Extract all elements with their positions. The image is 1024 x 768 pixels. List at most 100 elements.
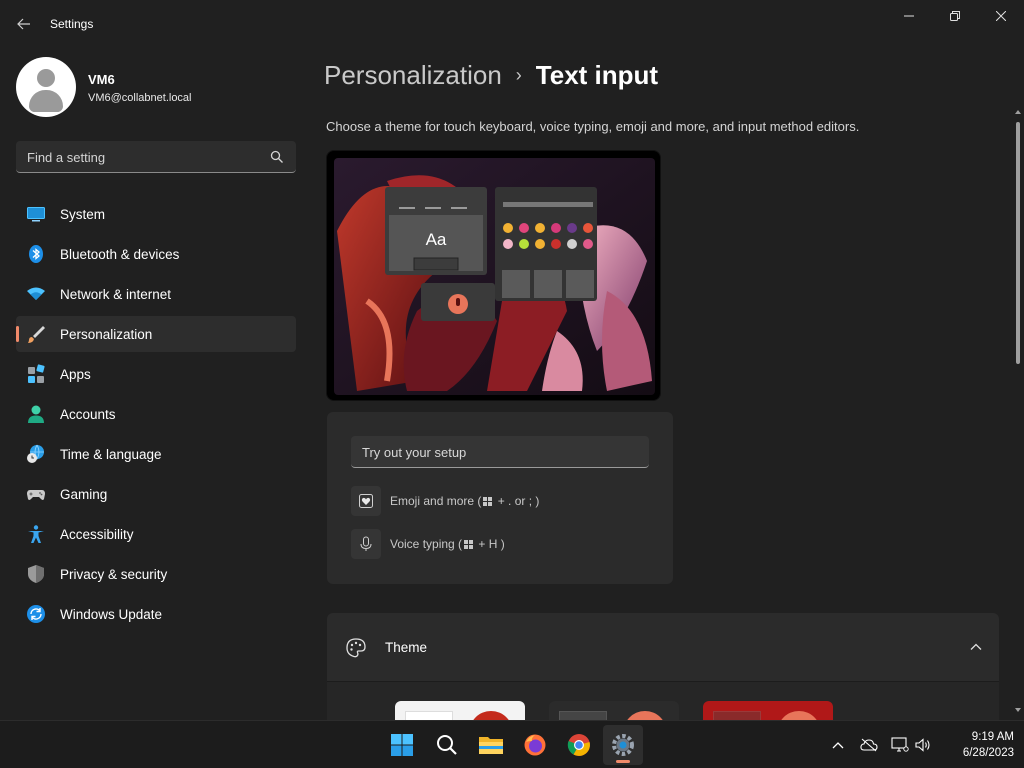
sidebar-item-label: Personalization — [60, 327, 153, 342]
theme-preview-image: Aa — [326, 150, 661, 401]
sidebar-item-personalization[interactable]: Personalization — [16, 316, 296, 352]
chevron-up-icon — [832, 742, 844, 749]
sidebar-item-network[interactable]: Network & internet — [16, 276, 296, 312]
breadcrumb-parent[interactable]: Personalization — [324, 60, 502, 90]
app-title: Settings — [50, 17, 94, 31]
back-button[interactable] — [10, 12, 38, 36]
voice-typing-hint: Voice typing ( + H ) — [351, 529, 651, 559]
clock[interactable]: 9:19 AM 6/28/2023 — [944, 729, 1014, 761]
avatar — [16, 57, 76, 117]
sidebar-item-label: Windows Update — [60, 607, 163, 622]
chrome-icon — [567, 734, 590, 756]
clock-time: 9:19 AM — [971, 731, 1014, 743]
sidebar-item-label: Network & internet — [60, 287, 172, 302]
title-bar: Settings — [0, 0, 1024, 48]
theme-option-dark[interactable] — [549, 701, 679, 721]
page-title: Text input — [535, 60, 659, 90]
theme-option-light[interactable] — [395, 701, 525, 721]
search-input[interactable]: Find a setting — [16, 141, 296, 173]
breadcrumb: Personalization › Text input — [324, 60, 658, 91]
restore-icon — [950, 11, 960, 21]
close-icon — [996, 11, 1006, 21]
theme-section-header[interactable]: Theme — [327, 613, 999, 681]
sidebar-item-label: Apps — [60, 367, 91, 382]
sidebar-item-label: System — [60, 207, 106, 222]
back-arrow-icon — [17, 18, 30, 30]
theme-label: Theme — [385, 640, 428, 655]
settings-app-button[interactable] — [603, 725, 643, 765]
start-button[interactable] — [382, 725, 422, 765]
onedrive-tray[interactable] — [859, 735, 879, 755]
minimize-icon — [904, 15, 914, 17]
windows-key-icon — [464, 540, 474, 549]
chevron-up-icon[interactable] — [969, 640, 983, 654]
scroll-thumb[interactable] — [1016, 122, 1020, 364]
brush-icon — [28, 326, 45, 343]
page-description: Choose a theme for touch keyboard, voice… — [326, 119, 860, 134]
volume-tray[interactable] — [914, 735, 934, 755]
bluetooth-icon — [29, 245, 43, 263]
sidebar-item-accounts[interactable]: Accounts — [16, 396, 296, 432]
apps-icon — [28, 364, 45, 383]
network-icon — [891, 737, 909, 752]
emoji-heart-icon — [351, 486, 381, 516]
scroll-up-icon[interactable] — [1014, 108, 1022, 116]
close-button[interactable] — [978, 4, 1024, 28]
wifi-icon — [27, 287, 45, 300]
update-icon — [27, 605, 45, 623]
taskbar: 9:19 AM 6/28/2023 — [0, 720, 1024, 768]
breadcrumb-separator: › — [515, 65, 522, 85]
taskbar-search-button[interactable] — [427, 725, 467, 765]
sidebar-item-label: Accounts — [60, 407, 116, 422]
gamepad-icon — [27, 490, 45, 500]
sidebar-item-system[interactable]: System — [16, 196, 296, 232]
restore-button[interactable] — [932, 4, 978, 28]
voice-hint-text: Voice typing ( + H ) — [390, 537, 505, 551]
active-indicator — [16, 326, 19, 342]
firefox-button[interactable] — [515, 725, 555, 765]
network-tray[interactable] — [890, 735, 910, 755]
sidebar-item-label: Gaming — [60, 487, 108, 502]
volume-icon — [915, 738, 930, 752]
tryout-placeholder: Try out your setup — [362, 445, 467, 460]
cloud-offline-icon — [860, 738, 878, 752]
keyboard-sample-text: Aa — [426, 230, 447, 249]
accounts-icon — [28, 405, 44, 423]
palette-icon — [346, 638, 366, 658]
sidebar-item-label: Bluetooth & devices — [60, 247, 180, 262]
profile-email: VM6@collabnet.local — [88, 92, 192, 104]
firefox-icon — [524, 734, 546, 756]
sidebar-item-time-language[interactable]: Time & language — [16, 436, 296, 472]
theme-option-red[interactable] — [703, 701, 833, 721]
sidebar-item-apps[interactable]: Apps — [16, 356, 296, 392]
emoji-hint-text: Emoji and more ( + . or ; ) — [390, 494, 540, 508]
emoji-hint: Emoji and more ( + . or ; ) — [351, 486, 651, 516]
profile-name: VM6 — [88, 72, 115, 87]
sidebar-item-windows-update[interactable]: Windows Update — [16, 596, 296, 632]
clock-date: 6/28/2023 — [962, 747, 1014, 759]
scrollbar[interactable] — [1014, 100, 1022, 720]
system-icon — [27, 207, 45, 222]
globe-clock-icon — [27, 444, 44, 463]
sidebar-item-bluetooth[interactable]: Bluetooth & devices — [16, 236, 296, 272]
sidebar-item-accessibility[interactable]: Accessibility — [16, 516, 296, 552]
sidebar-item-label: Privacy & security — [60, 567, 168, 582]
sidebar-item-gaming[interactable]: Gaming — [16, 476, 296, 512]
scroll-down-icon[interactable] — [1014, 706, 1022, 714]
file-explorer-icon — [479, 737, 503, 754]
accessibility-icon — [28, 525, 44, 543]
show-hidden-icons-button[interactable] — [828, 735, 848, 755]
sidebar-item-label: Accessibility — [60, 527, 134, 542]
tryout-input[interactable]: Try out your setup — [351, 436, 649, 468]
settings-icon — [612, 734, 634, 756]
file-explorer-button[interactable] — [471, 725, 511, 765]
sidebar-item-privacy[interactable]: Privacy & security — [16, 556, 296, 592]
chrome-button[interactable] — [559, 725, 599, 765]
windows-start-icon — [391, 734, 413, 756]
search-icon — [270, 150, 283, 163]
minimize-button[interactable] — [886, 4, 932, 28]
user-profile[interactable]: VM6 VM6@collabnet.local — [16, 57, 296, 117]
sidebar-item-label: Time & language — [60, 447, 162, 462]
search-placeholder: Find a setting — [27, 150, 106, 165]
microphone-icon — [351, 529, 381, 559]
